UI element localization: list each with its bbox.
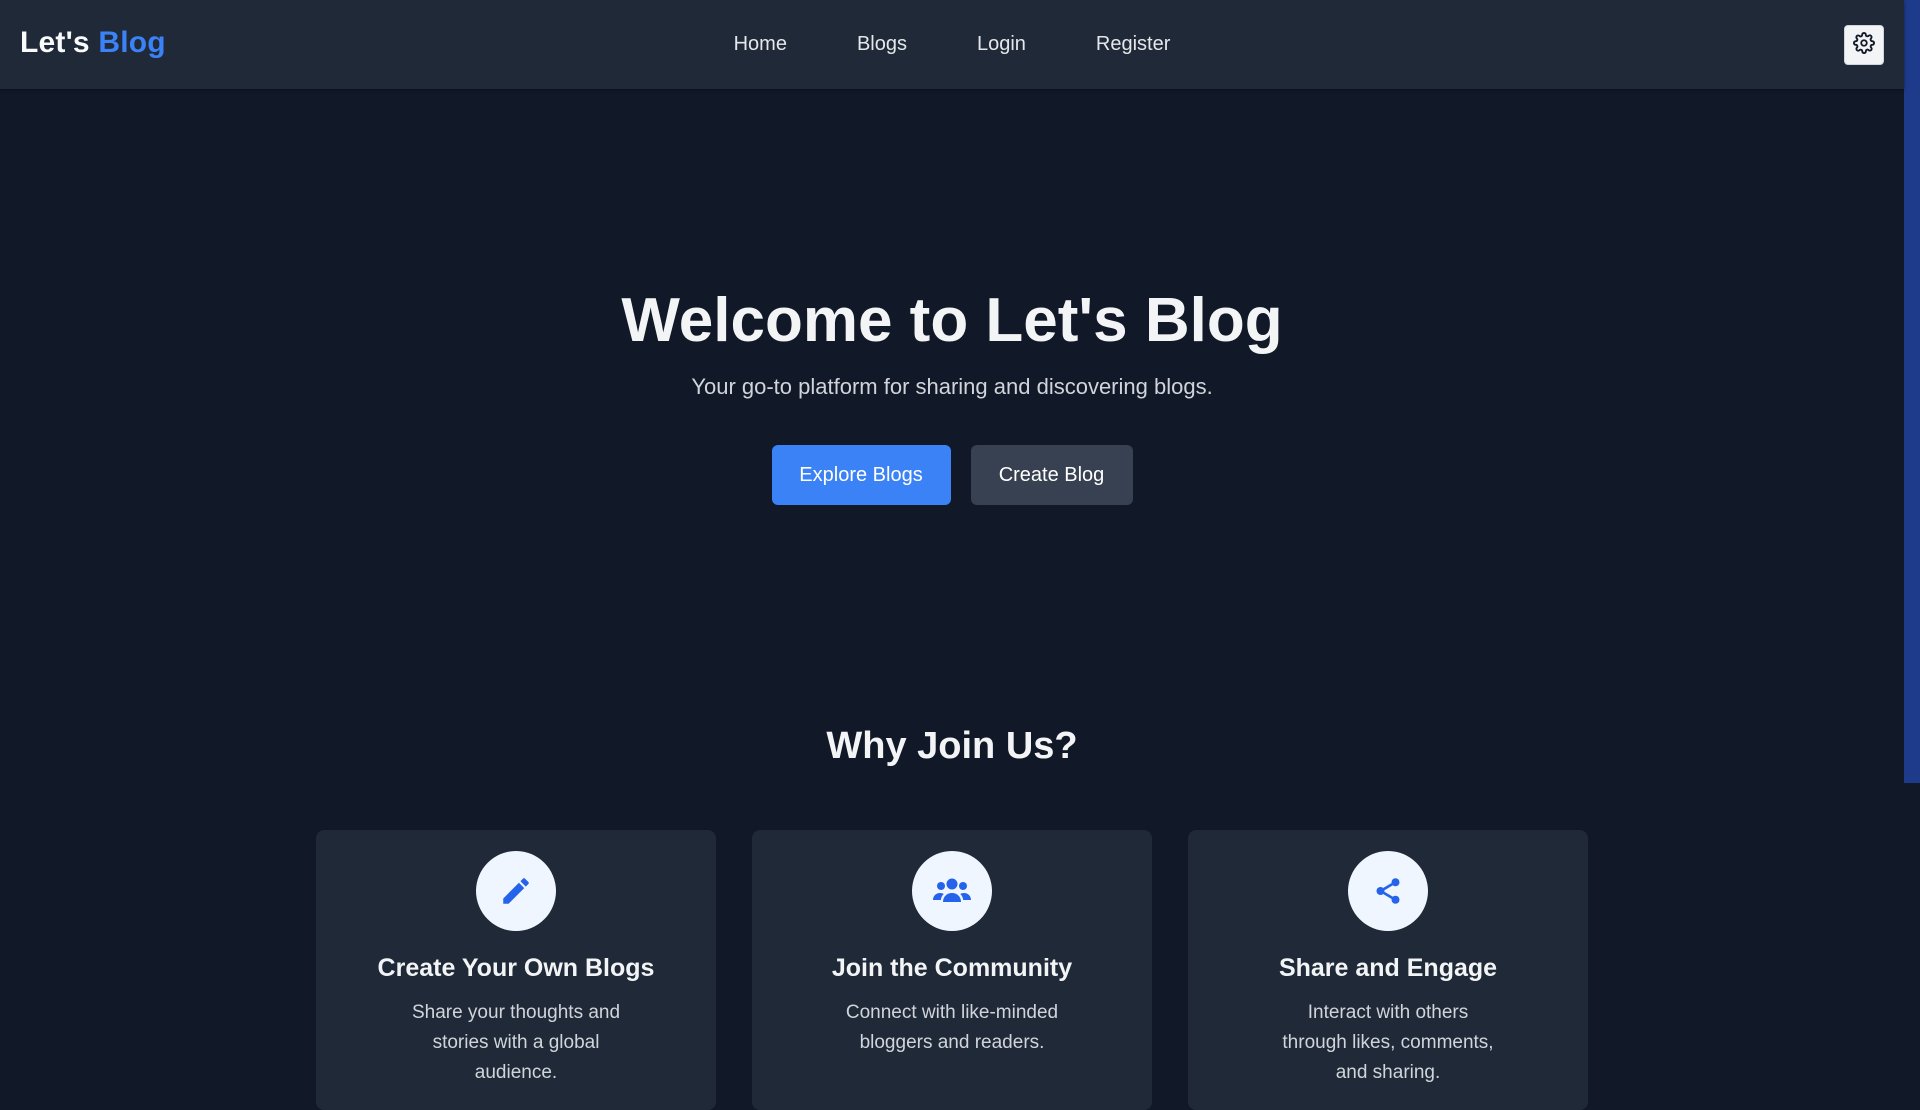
feature-card-title: Share and Engage <box>1278 954 1498 982</box>
hero-section: Welcome to Let's Blog Your go-to platfor… <box>0 89 1904 649</box>
nav-link-home[interactable]: Home <box>734 33 787 56</box>
feature-card-share: Share and Engage Interact with others th… <box>1188 830 1588 1110</box>
features-section: Create Your Own Blogs Share your thought… <box>316 830 1588 1110</box>
features-title: Why Join Us? <box>826 725 1078 767</box>
brand-accent: Blog <box>98 26 166 59</box>
scrollbar-track[interactable] <box>1904 0 1920 1080</box>
hero-buttons: Explore Blogs Create Blog <box>0 445 1904 505</box>
nav-link-blogs[interactable]: Blogs <box>857 33 907 56</box>
users-icon <box>912 851 992 931</box>
feature-card-create: Create Your Own Blogs Share your thought… <box>316 830 716 1110</box>
feature-card-title: Join the Community <box>831 954 1073 982</box>
scrollbar-thumb[interactable] <box>1904 0 1920 783</box>
feature-card-description: Share your thoughts and stories with a g… <box>411 1002 621 1083</box>
hero-subtitle: Your go-to platform for sharing and disc… <box>691 374 1213 399</box>
hero-title: Welcome to Let's Blog <box>621 286 1283 355</box>
brand-prefix: Let's <box>20 26 90 59</box>
gear-icon <box>1853 31 1875 59</box>
create-blog-button[interactable]: Create Blog <box>970 445 1133 505</box>
feature-card-description: Connect with like-minded bloggers and re… <box>845 1002 1059 1053</box>
nav-link-login[interactable]: Login <box>977 33 1026 56</box>
brand-logo[interactable]: Let's Blog <box>20 26 166 60</box>
nav-link-register[interactable]: Register <box>1096 33 1170 56</box>
navbar: Let's Blog Home Blogs Login Register <box>0 0 1904 89</box>
theme-toggle-button[interactable] <box>1844 25 1884 65</box>
feature-card-title: Create Your Own Blogs <box>377 954 655 982</box>
feature-card-description: Interact with others through likes, comm… <box>1282 1002 1494 1083</box>
feature-card-community: Join the Community Connect with like-min… <box>752 830 1152 1110</box>
share-icon <box>1348 851 1428 931</box>
pencil-icon <box>476 851 556 931</box>
explore-blogs-button[interactable]: Explore Blogs <box>771 445 951 505</box>
nav-links: Home Blogs Login Register <box>0 0 1904 89</box>
